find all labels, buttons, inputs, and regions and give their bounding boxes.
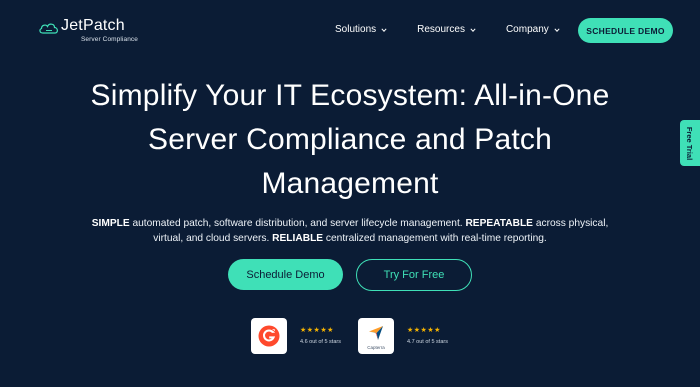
capterra-badge: Capterra	[358, 318, 394, 354]
description-text: automated patch, software distribution, …	[129, 218, 466, 229]
schedule-demo-header-button[interactable]: SCHEDULE DEMO	[578, 18, 673, 43]
star-rating: ★★★★★	[300, 327, 334, 334]
hero-description: SIMPLE automated patch, software distrib…	[90, 216, 610, 246]
g2-badge: 2	[251, 318, 287, 354]
g2-icon: 2	[258, 325, 280, 347]
nav-item-resources[interactable]: Resources	[417, 24, 476, 35]
schedule-demo-button[interactable]: Schedule Demo	[228, 259, 343, 290]
description-text: centralized management with real-time re…	[323, 233, 547, 244]
page: JetPatch Server Compliance Solutions Res…	[0, 0, 700, 387]
rating-text: 4.6 out of 5 stars	[300, 339, 341, 345]
free-trial-side-tab[interactable]: Free Trial	[680, 120, 700, 166]
capterra-icon	[369, 325, 383, 340]
nav-item-solutions[interactable]: Solutions	[335, 24, 387, 35]
nav-item-company[interactable]: Company	[506, 24, 560, 35]
logo-name: JetPatch	[61, 17, 125, 34]
site-header: JetPatch Server Compliance Solutions Res…	[0, 0, 700, 62]
hero-title: Simplify Your IT Ecosystem: All-in-One S…	[60, 74, 640, 206]
hero-title-line: Server Compliance and Patch	[148, 123, 552, 156]
star-rating: ★★★★★	[407, 327, 441, 334]
svg-text:2: 2	[272, 329, 275, 335]
chevron-down-icon	[470, 27, 476, 32]
rating-text: 4.7 out of 5 stars	[407, 339, 448, 345]
hero-title-line: Management	[261, 167, 439, 200]
try-for-free-button[interactable]: Try For Free	[356, 259, 472, 291]
nav-item-label: Solutions	[335, 24, 377, 35]
hero-title-line: Simplify Your IT Ecosystem: All-in-One	[90, 79, 610, 112]
chevron-down-icon	[381, 27, 387, 32]
g2-rating[interactable]: 2 ★★★★★ 4.6 out of 5 stars	[251, 318, 341, 354]
logo[interactable]: JetPatch Server Compliance	[38, 18, 138, 43]
capterra-label: Capterra	[367, 345, 385, 350]
capterra-rating[interactable]: Capterra ★★★★★ 4.7 out of 5 stars	[358, 318, 448, 354]
keyword-repeatable: REPEATABLE	[465, 218, 533, 229]
logo-tagline: Server Compliance	[81, 36, 138, 43]
keyword-reliable: RELIABLE	[272, 233, 324, 244]
nav-item-label: Company	[505, 24, 549, 35]
nav-item-label: Resources	[417, 24, 465, 35]
main-nav: Solutions Resources Company	[335, 24, 560, 35]
keyword-simple: SIMPLE	[91, 218, 130, 229]
chevron-down-icon	[554, 27, 560, 32]
side-tab-label: Free Trial	[685, 126, 695, 160]
cloud-logo-icon	[39, 23, 58, 34]
